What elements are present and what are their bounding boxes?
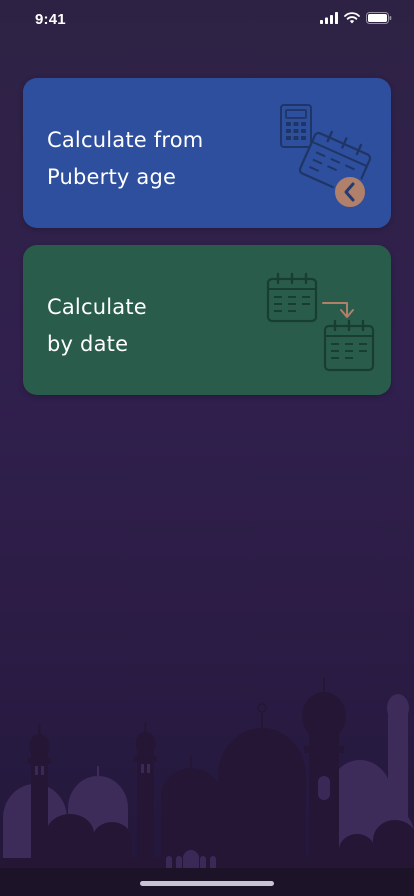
calendar-icon xyxy=(266,272,318,323)
signal-icon xyxy=(320,12,338,24)
status-bar: 9:41 xyxy=(0,0,414,44)
wifi-icon xyxy=(344,12,360,24)
card-illustration xyxy=(266,272,375,372)
card-title: Calculate by date xyxy=(47,289,257,363)
card-title-line1: Calculate from xyxy=(47,128,204,152)
card-title-line2: Puberty age xyxy=(47,165,177,189)
calculate-from-puberty-card[interactable]: Calculate from Puberty age xyxy=(23,78,391,228)
back-arrow-badge-icon xyxy=(333,175,367,209)
home-indicator[interactable] xyxy=(140,881,274,886)
calculator-icon xyxy=(280,104,312,148)
calculate-by-date-card[interactable]: Calculate by date xyxy=(23,245,391,395)
battery-icon xyxy=(366,12,392,24)
status-icons xyxy=(320,12,392,24)
status-time: 9:41 xyxy=(35,11,66,28)
arrow-down-right-icon xyxy=(322,302,354,318)
calendar-icon xyxy=(323,319,375,372)
card-title-line1: Calculate xyxy=(47,295,147,319)
card-title-line2: by date xyxy=(47,332,129,356)
card-illustration xyxy=(280,104,372,209)
card-title: Calculate from Puberty age xyxy=(47,122,257,196)
mosque-skyline-illustration xyxy=(0,678,414,896)
